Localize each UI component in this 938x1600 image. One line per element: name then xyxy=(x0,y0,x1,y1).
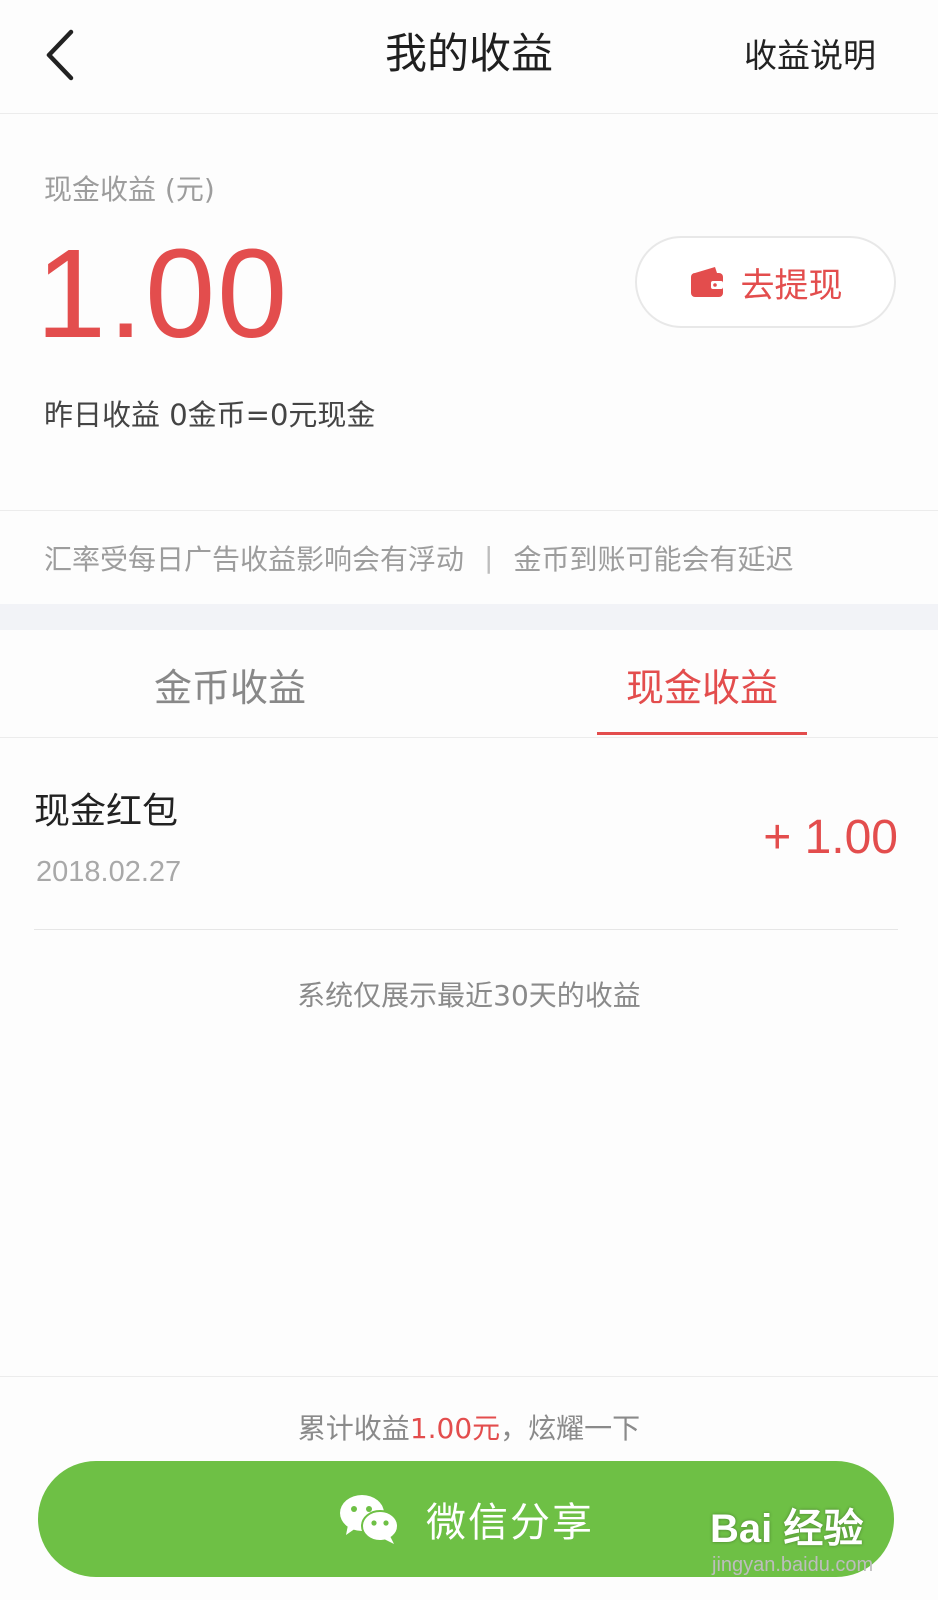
tab-cash-earnings[interactable]: 现金收益 xyxy=(597,630,807,738)
notice-right: 金币到账可能会有延迟 xyxy=(513,542,794,576)
total-value: 1.00元 xyxy=(409,1412,501,1445)
earnings-tabs: 金币收益 现金收益 xyxy=(0,630,938,738)
earnings-summary: 现金收益 (元) 1.00 去提现 昨日收益 0金币=0元现金 xyxy=(0,114,938,510)
record-amount: + 1.00 xyxy=(763,811,898,864)
notice-left: 汇率受每日广告收益影响会有浮动 xyxy=(44,542,465,576)
yesterday-earnings: 昨日收益 0金币=0元现金 xyxy=(44,398,376,432)
wallet-icon xyxy=(690,267,723,297)
watermark-url: jingyan.baidu.com xyxy=(712,1554,874,1576)
record-date: 2018.02.27 xyxy=(36,856,182,888)
wechat-share-label: 微信分享 xyxy=(426,1500,594,1546)
total-earnings-text: 累计收益1.00元，炫耀一下 xyxy=(0,1407,938,1447)
earnings-info-link[interactable]: 收益说明 xyxy=(744,34,876,78)
watermark: Bai 经验 jingyan.baidu.com xyxy=(710,1496,900,1592)
cash-earnings-amount: 1.00 xyxy=(36,223,290,364)
total-suffix: ，炫耀一下 xyxy=(500,1412,641,1445)
withdraw-button[interactable]: 去提现 xyxy=(635,236,896,328)
record-title: 现金红包 xyxy=(34,791,179,832)
exchange-rate-notice: 汇率受每日广告收益影响会有浮动 | 金币到账可能会有延迟 xyxy=(0,510,938,604)
wechat-icon xyxy=(340,1495,399,1544)
notice-separator: | xyxy=(484,541,494,574)
watermark-logo: Bai 经验 xyxy=(710,1507,864,1551)
tab-coin-earnings[interactable]: 金币收益 xyxy=(80,630,380,738)
top-nav-bar: 我的收益 收益说明 xyxy=(0,0,938,114)
list-item[interactable]: 现金红包 2018.02.27 + 1.00 xyxy=(34,738,898,930)
cash-earnings-label: 现金收益 (元) xyxy=(44,173,215,206)
total-prefix: 累计收益 xyxy=(297,1412,410,1445)
history-footnote: 系统仅展示最近30天的收益 xyxy=(297,979,641,1012)
section-divider xyxy=(0,604,938,630)
active-tab-indicator xyxy=(597,732,807,735)
withdraw-button-label: 去提现 xyxy=(740,265,843,306)
